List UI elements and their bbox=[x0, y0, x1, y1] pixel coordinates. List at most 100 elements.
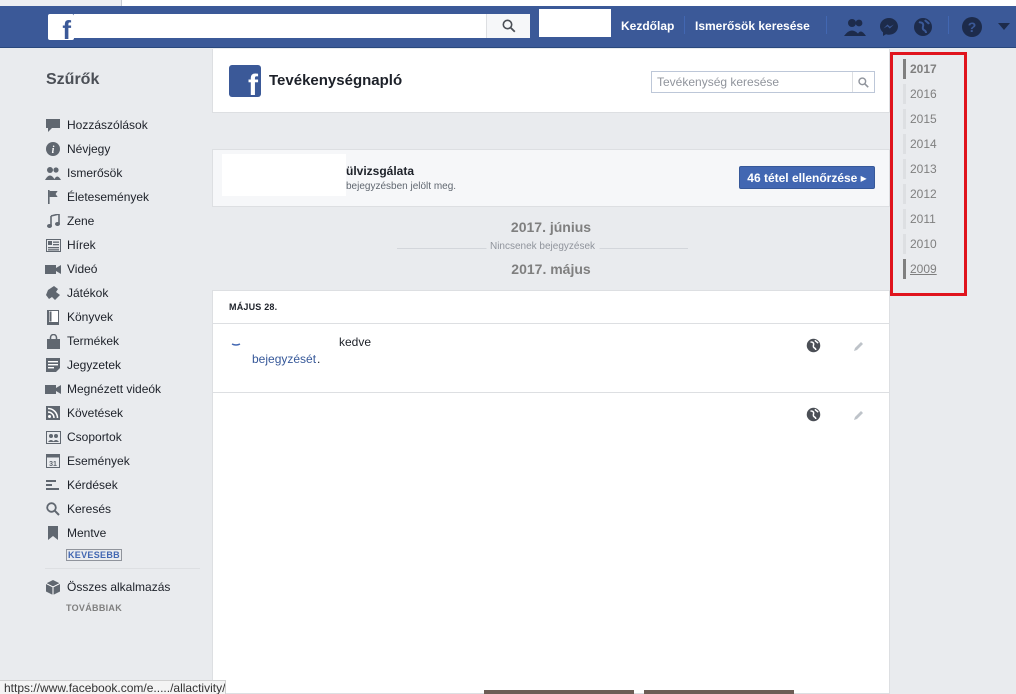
filter-label: Ismerősök bbox=[67, 166, 123, 180]
filter-item-saved[interactable]: Mentve bbox=[45, 523, 106, 543]
browser-status-url: https://www.facebook.com/e...../allactiv… bbox=[0, 680, 226, 694]
info-icon: i bbox=[45, 141, 61, 157]
activity-search-button[interactable] bbox=[852, 72, 874, 92]
filter-label: Követések bbox=[67, 406, 124, 420]
filters-title: Szűrők bbox=[46, 71, 100, 88]
month-heading: 2017. május bbox=[511, 261, 591, 277]
filter-item-groups[interactable]: Csoportok bbox=[45, 427, 122, 447]
entry-text-end: . bbox=[317, 352, 321, 366]
activity-search-field[interactable] bbox=[651, 71, 875, 93]
filter-item-video[interactable]: Videó bbox=[45, 259, 97, 279]
filter-label: Játékok bbox=[67, 286, 109, 300]
year-2011[interactable]: 2011 bbox=[910, 211, 936, 227]
filter-label: Keresés bbox=[67, 502, 112, 516]
year-indicator bbox=[903, 234, 906, 254]
year-2015[interactable]: 2015 bbox=[910, 111, 937, 127]
filter-item-music[interactable]: Zene bbox=[45, 211, 94, 231]
review-title: ülvizsgálata bbox=[346, 164, 415, 178]
filter-label: Megnézett videók bbox=[67, 382, 162, 396]
search-button[interactable] bbox=[486, 14, 530, 38]
nav-divider bbox=[684, 16, 685, 34]
show-less-link[interactable]: KEVESEBB bbox=[66, 549, 122, 561]
messenger-icon[interactable] bbox=[878, 16, 900, 38]
year-2016[interactable]: 2016 bbox=[910, 86, 937, 102]
nav-divider bbox=[948, 16, 949, 34]
photo-thumbnail bbox=[644, 690, 794, 694]
news-icon bbox=[45, 237, 61, 253]
year-indicator bbox=[903, 259, 906, 279]
year-2013[interactable]: 2013 bbox=[910, 161, 937, 177]
notifications-globe-icon[interactable] bbox=[912, 16, 934, 38]
friend-requests-icon[interactable] bbox=[844, 16, 866, 38]
year-2009[interactable]: 2009 bbox=[910, 261, 937, 277]
entry-text: kedve bbox=[339, 335, 372, 349]
filter-item-search[interactable]: Keresés bbox=[45, 499, 111, 519]
filter-label: Zene bbox=[67, 214, 95, 228]
filter-item-events[interactable]: 31 Események bbox=[45, 451, 130, 471]
facebook-logo-icon: f bbox=[229, 65, 261, 97]
filter-item-products[interactable]: Termékek bbox=[45, 331, 119, 351]
filter-label: Összes alkalmazás bbox=[67, 580, 171, 594]
notes-icon bbox=[45, 357, 61, 373]
entry-post-link[interactable]: bejegyzését bbox=[252, 352, 316, 366]
year-2014[interactable]: 2014 bbox=[910, 136, 937, 152]
audience-globe-icon[interactable] bbox=[805, 406, 821, 422]
edit-pencil-icon[interactable] bbox=[851, 407, 867, 423]
account-menu-caret-icon[interactable] bbox=[993, 16, 1015, 38]
filter-label: Hírek bbox=[67, 238, 96, 252]
filters-sidebar: Szűrők Hozzászólások i Névjegy Ismerősök… bbox=[0, 49, 213, 694]
filter-item-friends[interactable]: Ismerősök bbox=[45, 163, 122, 183]
show-more-link[interactable]: TOVÁBBIAK bbox=[66, 603, 122, 613]
filter-item-games[interactable]: Játékok bbox=[45, 283, 108, 303]
filter-item-all-apps[interactable]: Összes alkalmazás bbox=[45, 577, 170, 597]
year-indicator bbox=[903, 184, 906, 204]
bookmark-icon bbox=[45, 525, 61, 541]
filter-label: Termékek bbox=[67, 334, 120, 348]
filter-item-books[interactable]: Könyvek bbox=[45, 307, 113, 327]
day-label: MÁJUS 28. bbox=[229, 302, 278, 312]
row-divider bbox=[213, 392, 889, 393]
filter-label: Jegyzetek bbox=[67, 358, 122, 372]
help-icon[interactable]: ? bbox=[961, 16, 983, 38]
find-friends-link[interactable]: Ismerősök keresése bbox=[695, 19, 810, 33]
filter-label: Könyvek bbox=[67, 310, 114, 324]
filter-item-notes[interactable]: Jegyzetek bbox=[45, 355, 121, 375]
year-2012[interactable]: 2012 bbox=[910, 186, 937, 202]
year-2010[interactable]: 2010 bbox=[910, 236, 937, 252]
filter-label: Életesemények bbox=[67, 190, 150, 204]
filter-label: Mentve bbox=[67, 526, 107, 540]
top-navigation-bar: f Kezdőlap Ismerősök keresése ? bbox=[0, 0, 1016, 48]
activity-search-input[interactable] bbox=[652, 72, 842, 92]
profile-link[interactable] bbox=[539, 9, 611, 37]
global-search-input[interactable] bbox=[74, 14, 530, 38]
book-icon bbox=[45, 309, 61, 325]
games-icon bbox=[45, 285, 61, 301]
activity-log-header: f Tevékenységnapló bbox=[212, 49, 890, 113]
filter-item-questions[interactable]: Kérdések bbox=[45, 475, 118, 495]
filter-item-life-events[interactable]: Életesemények bbox=[45, 187, 149, 207]
watched-video-icon bbox=[45, 381, 61, 397]
page-title: Tevékenységnapló bbox=[269, 72, 403, 89]
review-items-button[interactable]: 46 tétel ellenőrzése ▸ bbox=[739, 166, 875, 189]
year-2017[interactable]: 2017 bbox=[910, 61, 937, 77]
audience-globe-icon[interactable] bbox=[805, 337, 821, 353]
facebook-logo-icon[interactable]: f bbox=[48, 14, 74, 40]
rss-icon bbox=[45, 405, 61, 421]
year-indicator bbox=[903, 109, 906, 129]
questions-icon bbox=[45, 477, 61, 493]
svg-text:i: i bbox=[52, 145, 55, 156]
edit-pencil-icon[interactable] bbox=[851, 338, 867, 354]
video-camera-icon bbox=[45, 261, 61, 277]
groups-icon bbox=[45, 429, 61, 445]
filter-item-watched-videos[interactable]: Megnézett videók bbox=[45, 379, 161, 399]
filter-item-follows[interactable]: Követések bbox=[45, 403, 123, 423]
year-indicator bbox=[903, 209, 906, 229]
year-indicator bbox=[903, 159, 906, 179]
filter-item-about[interactable]: i Névjegy bbox=[45, 139, 110, 159]
filter-item-news[interactable]: Hírek bbox=[45, 235, 96, 255]
shopping-bag-icon bbox=[45, 333, 61, 349]
filter-item-comments[interactable]: Hozzászólások bbox=[45, 115, 148, 135]
home-link[interactable]: Kezdőlap bbox=[621, 19, 674, 33]
search-icon bbox=[45, 501, 61, 517]
filter-label: Névjegy bbox=[67, 142, 111, 156]
